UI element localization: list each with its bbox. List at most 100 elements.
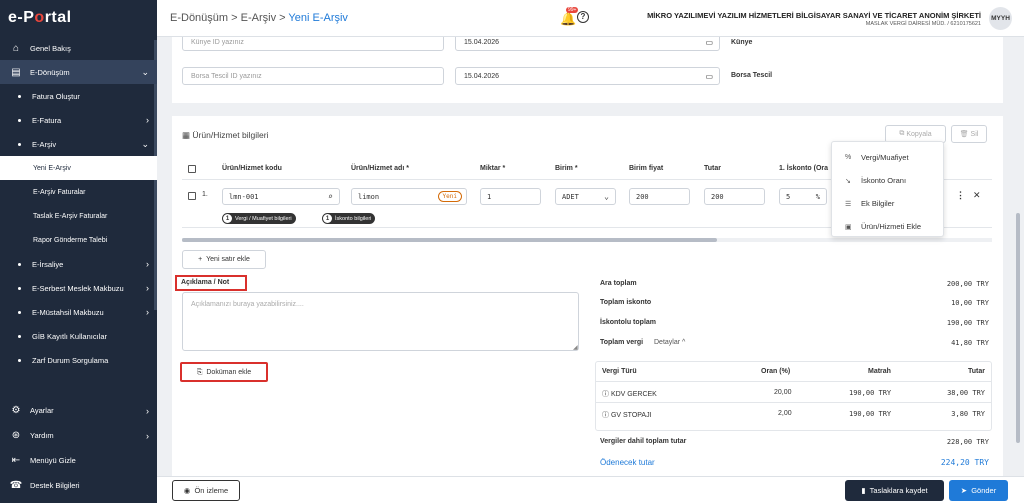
select-all-checkbox[interactable] (188, 165, 196, 173)
tax-table-header: Oran (%) (761, 368, 791, 375)
breadcrumb: E-Dönüşüm > E-Arşiv > Yeni E-Arşiv (170, 12, 348, 24)
quantity-input[interactable]: 1 (480, 188, 541, 205)
table-horizontal-scrollbar[interactable] (182, 238, 992, 242)
company-name: MİKRO YAZILIMEVİ YAZILIM HİZMETLERİ BİLG… (647, 11, 981, 20)
sidebar-item-label: Zarf Durum Sorgulama (32, 355, 109, 365)
unit-select[interactable]: ADET ⌄ (555, 188, 616, 205)
sidebar-item-e-donusum[interactable]: ▤ E-Dönüşüm ⌄ (0, 60, 157, 84)
column-header: Ürün/Hizmet kodu (222, 165, 282, 172)
app-logo[interactable]: e-P o rtal (0, 0, 157, 36)
send-button[interactable]: ➤ Gönder (949, 480, 1008, 501)
menu-item-discount-rate[interactable]: ↘ İskonto Oranı (832, 170, 943, 191)
tax-info-tag[interactable]: 1 Vergi / Muafiyet bilgileri (222, 213, 296, 224)
delete-button[interactable]: 🗑 Sil (951, 125, 987, 143)
sidebar-item-yardim[interactable]: ⊛ Yardım › (0, 423, 157, 448)
breadcrumb-item[interactable]: E-Dönüşüm (170, 12, 228, 24)
help-icon[interactable]: ? (577, 11, 589, 23)
info-icon[interactable]: ⓘ (602, 412, 611, 419)
borsa-date-input[interactable]: 15.04.2026 ▭ (455, 67, 720, 85)
gear-icon: ⚙ (11, 405, 21, 416)
summary-value: 200,00 TRY (946, 280, 989, 288)
amount-input[interactable]: 200 (704, 188, 765, 205)
sidebar-item-e-arsiv-faturalar[interactable]: E-Arşiv Faturalar (0, 180, 157, 204)
avatar[interactable]: MYYH (989, 7, 1012, 30)
menu-item-extra-info[interactable]: ☰ Ek Bilgiler (832, 193, 943, 214)
sidebar-item-zarf-durum[interactable]: Zarf Durum Sorgulama (0, 348, 157, 372)
plus-icon: + (198, 256, 207, 263)
home-icon: ⌂ (12, 42, 20, 54)
discount-input[interactable]: 5 % (779, 188, 827, 205)
summary-key: Ödenecek tutar (600, 458, 655, 467)
sidebar-item-yeni-e-arsiv[interactable]: Yeni E-Arşiv (0, 156, 157, 180)
summary-value: 10,00 TRY (951, 299, 989, 307)
sidebar-item-label: E-Serbest Meslek Makbuzu (32, 283, 124, 293)
sidebar-item-e-mustahsil[interactable]: E-Müstahsil Makbuzu › (0, 300, 157, 324)
send-label: Gönder (971, 486, 997, 495)
row-checkbox[interactable] (188, 192, 196, 200)
discount-info-tag[interactable]: 1 İskonto bilgileri (322, 213, 376, 224)
chevron-down-icon: ⌄ (141, 138, 149, 149)
chevron-right-icon: › (146, 115, 149, 125)
unit-price-input[interactable]: 200 (629, 188, 690, 205)
sidebar-item-e-arsiv[interactable]: E-Arşiv ⌄ (0, 132, 157, 156)
calendar-icon[interactable]: ▭ (705, 72, 713, 81)
sidebar-item-rapor-gonderme[interactable]: Rapor Gönderme Talebi (0, 228, 157, 252)
tax-row-rate: 2,00 (778, 410, 792, 417)
summary-value: 41,80 TRY (951, 339, 989, 347)
page-scrollbar[interactable] (1016, 213, 1020, 443)
new-badge: Yeni (437, 191, 462, 202)
company-tax-office: MASLAK VERGİ DAİRESİ MÜD. / 6210175621 (865, 21, 981, 27)
save-icon: ▣ (845, 223, 852, 231)
sidebar-item-label: Yeni E-Arşiv (33, 164, 71, 172)
sidebar-item-menuyu-gizle[interactable]: ⇤ Menüyü Gizle (0, 448, 157, 473)
summary-value: 228,00 TRY (946, 438, 989, 446)
remove-row-icon[interactable]: ✕ (973, 190, 981, 201)
tax-table-header: Matrah (868, 368, 891, 375)
summary-key: Toplam vergi (600, 339, 644, 346)
calendar-icon[interactable]: ▭ (705, 38, 713, 47)
bell-icon[interactable]: 🔔 (560, 11, 576, 27)
tax-details-toggle[interactable]: Detaylar ^ (654, 339, 685, 346)
document-icon: ▤ (11, 66, 21, 78)
borsa-id-input[interactable]: Borsa Tescil ID yazınız (182, 67, 444, 85)
sidebar-item-label: E-Dönüşüm (30, 67, 70, 77)
note-textarea[interactable]: Açıklamanızı buraya yazabilirsiniz.... (182, 292, 579, 351)
sidebar-item-fatura-olustur[interactable]: Fatura Oluştur (0, 84, 157, 108)
sidebar-item-ayarlar[interactable]: ⚙ Ayarlar › (0, 398, 157, 423)
attach-document-button[interactable]: ⎘ Doküman ekle (184, 366, 264, 379)
sidebar-item-label: Ayarlar (30, 406, 54, 415)
topbar: E-Dönüşüm > E-Arşiv > Yeni E-Arşiv 🔔 99+… (157, 0, 1024, 37)
sidebar-item-taslak-e-arsiv[interactable]: Taslak E-Arşiv Faturalar (0, 204, 157, 228)
sidebar-item-e-fatura[interactable]: E-Fatura › (0, 108, 157, 132)
logo-text-b: o (34, 9, 45, 26)
search-icon[interactable]: ⌕ (328, 192, 333, 201)
sidebar-item-label: E-Fatura (32, 115, 62, 125)
sidebar-item-e-smm[interactable]: E-Serbest Meslek Makbuzu › (0, 276, 157, 300)
sidebar-item-label: Genel Bakış (30, 43, 71, 53)
menu-item-add-product[interactable]: ▣ Ürün/Hizmeti Ekle (832, 216, 943, 237)
product-code-input[interactable]: lmn-001 ⌕ (222, 188, 340, 205)
sidebar-item-gib-kullanicilar[interactable]: GİB Kayıtlı Kullanıcılar (0, 324, 157, 348)
add-row-button[interactable]: + Yeni satır ekle (182, 250, 266, 269)
tax-row-amount: 38,00 TRY (947, 389, 985, 397)
copy-label: Kopyala (906, 130, 932, 138)
note-label: Açıklama / Not (181, 279, 230, 286)
notification-badge: 99+ (566, 7, 579, 13)
row-index: 1. (202, 191, 208, 198)
sidebar-item-destek[interactable]: ☎ Destek Bilgileri (0, 473, 157, 498)
save-draft-button[interactable]: ▮ Taslaklara kaydet (845, 480, 944, 501)
row-menu-icon[interactable]: ⋮ (956, 190, 965, 201)
sidebar-item-e-irsaliye[interactable]: E-İrsaliye › (0, 252, 157, 276)
info-icon[interactable]: ⓘ (602, 391, 611, 398)
scrollbar-thumb[interactable] (182, 238, 717, 242)
preview-button[interactable]: ◉ Ön izleme (172, 480, 240, 501)
sidebar: e-P o rtal ⌂ Genel Bakış ▤ E-Dönüşüm ⌄ Fat… (0, 0, 157, 503)
menu-item-tax-exemption[interactable]: % Vergi/Muafiyet (832, 147, 943, 168)
product-name-input[interactable]: limon Yeni (351, 188, 467, 205)
sidebar-item-genel-bakis[interactable]: ⌂ Genel Bakış (0, 36, 157, 60)
breadcrumb-item[interactable]: E-Arşiv (241, 12, 276, 24)
resize-handle-icon[interactable]: ◢ (573, 344, 578, 351)
column-header: 1. İskonto (Ora (779, 165, 829, 172)
menu-item-label: Ek Bilgiler (861, 199, 895, 208)
menu-item-label: İskonto Oranı (861, 176, 907, 185)
